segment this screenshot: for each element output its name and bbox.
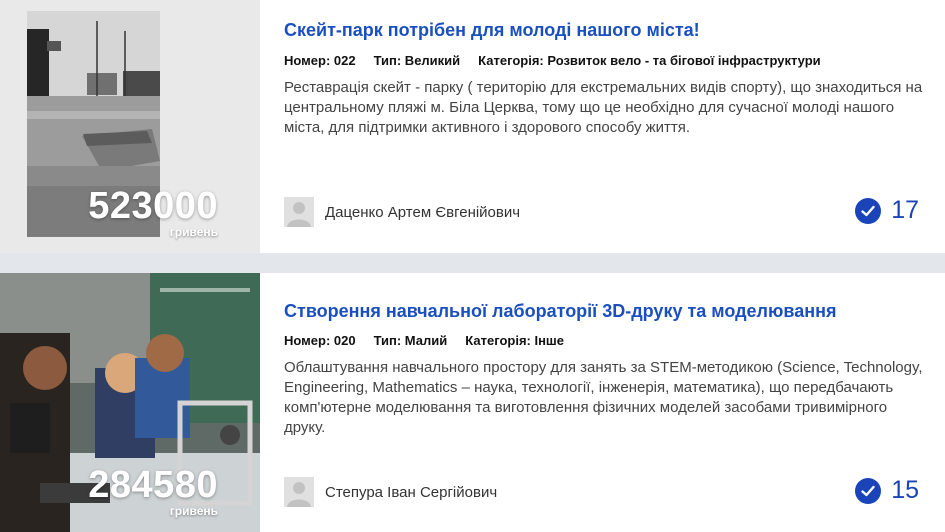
project-card[interactable]: 284580 гривень Створення навчальної лабо… <box>0 273 945 532</box>
project-category: Категорія: Інше <box>465 333 564 348</box>
project-author[interactable]: Степура Іван Сергійович <box>284 477 497 507</box>
project-card[interactable]: 523000 гривень Скейт-парк потрібен для м… <box>0 0 945 253</box>
project-title[interactable]: Скейт-парк потрібен для молоді нашого мі… <box>284 19 700 41</box>
project-thumbnail[interactable]: 284580 гривень <box>0 273 260 532</box>
project-type: Тип: Малий <box>373 333 448 348</box>
project-description: Реставрація скейт - парку ( територію дл… <box>284 79 923 136</box>
vote-count: 15 <box>891 476 919 504</box>
budget-amount: 284580 <box>88 464 218 506</box>
project-budget: 523000 гривень <box>88 187 218 239</box>
project-title[interactable]: Створення навчальної лабораторії 3D-друк… <box>284 300 836 322</box>
project-number: Номер: 022 <box>284 53 356 68</box>
author-name: Даценко Артем Євгенійович <box>325 203 521 221</box>
project-description: Облаштування навчального простору для за… <box>284 359 923 436</box>
project-content: Створення навчальної лабораторії 3D-друк… <box>284 273 925 532</box>
vote-count: 17 <box>891 196 919 224</box>
user-avatar-icon <box>284 477 314 507</box>
project-meta: Номер: 022 Тип: Великий Категорія: Розвито… <box>284 53 839 68</box>
project-meta: Номер: 020 Тип: Малий Категорія: Інше <box>284 333 582 348</box>
budget-currency: гривень <box>169 225 218 239</box>
project-thumbnail[interactable]: 523000 гривень <box>0 0 260 253</box>
budget-amount: 523000 <box>88 185 218 227</box>
project-type: Тип: Великий <box>373 53 461 68</box>
project-author[interactable]: Даценко Артем Євгенійович <box>284 197 520 227</box>
project-content: Скейт-парк потрібен для молоді нашого мі… <box>284 0 925 253</box>
vote-counter[interactable]: 17 <box>855 196 919 225</box>
check-circle-icon[interactable] <box>855 477 882 504</box>
project-category: Категорія: Розвиток вело - та бігової ін… <box>478 53 821 68</box>
project-budget: 284580 гривень <box>88 466 218 518</box>
check-circle-icon[interactable] <box>855 197 882 224</box>
user-avatar-icon <box>284 197 314 227</box>
project-number: Номер: 020 <box>284 333 356 348</box>
author-name: Степура Іван Сергійович <box>325 483 498 501</box>
budget-currency: гривень <box>169 504 218 518</box>
vote-counter[interactable]: 15 <box>855 476 919 505</box>
